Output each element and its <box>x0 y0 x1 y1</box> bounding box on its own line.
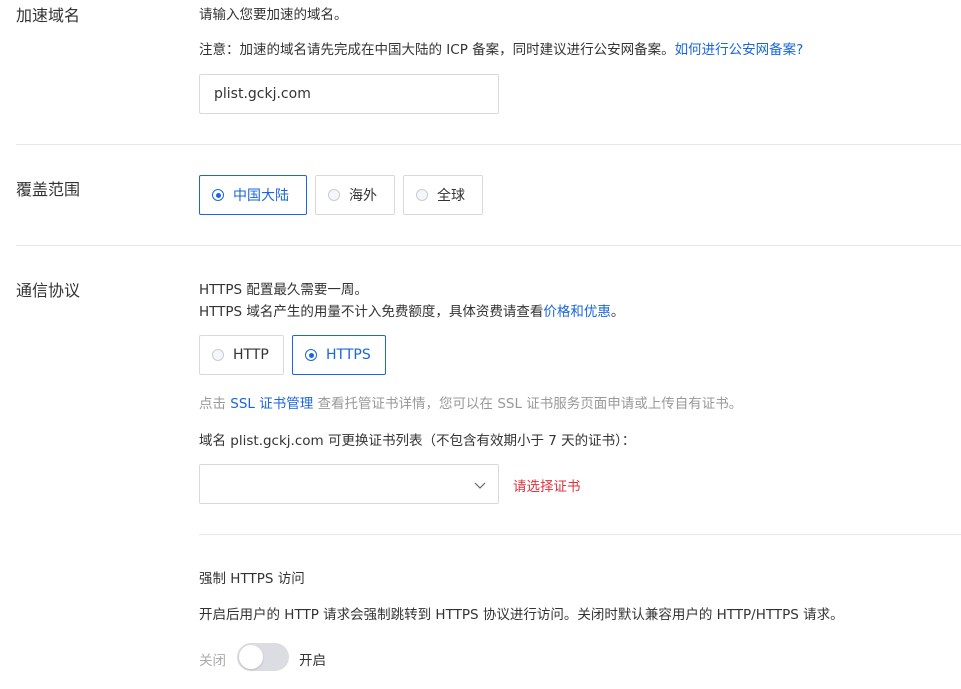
coverage-section-label: 覆盖范围 <box>16 180 81 199</box>
force-https-title: 强制 HTTPS 访问 <box>199 571 305 587</box>
ssl-note-suffix: 查看托管证书详情，您可以在 SSL 证书服务页面申请或上传自有证书。 <box>313 396 743 412</box>
domain-notice: 注意：加速的域名请先完成在中国大陆的 ICP 备案，同时建议进行公安网备案。如何… <box>199 38 803 58</box>
domain-notice-text: 注意：加速的域名请先完成在中国大陆的 ICP 备案，同时建议进行公安网备案。 <box>199 42 675 58</box>
domain-section-label: 加速域名 <box>16 6 81 25</box>
section-divider <box>16 144 961 145</box>
protocol-section-label: 通信协议 <box>16 281 81 300</box>
chevron-down-icon <box>474 482 486 489</box>
police-filing-help-link[interactable]: 如何进行公安网备案? <box>675 42 804 58</box>
radio-checked-icon <box>305 349 317 361</box>
https-billing-note: HTTPS 域名产生的用量不计入免费额度，具体资费请查看价格和优惠。 <box>199 300 624 320</box>
https-config-time-note: HTTPS 配置最久需要一周。 <box>199 282 368 298</box>
toggle-on-label: 开启 <box>299 653 326 669</box>
protocol-option-https[interactable]: HTTPS <box>292 335 386 375</box>
coverage-option-label: 海外 <box>349 188 377 204</box>
cert-list-title: 域名 plist.gckj.com 可更换证书列表（不包含有效期小于 7 天的证… <box>199 433 636 449</box>
protocol-option-label: HTTPS <box>326 347 371 363</box>
coverage-option-label: 中国大陆 <box>233 188 289 204</box>
ssl-note-prefix: 点击 <box>199 396 231 412</box>
domain-hint: 请输入您要加速的域名。 <box>199 7 348 23</box>
coverage-option-global[interactable]: 全球 <box>403 175 483 215</box>
coverage-option-label: 全球 <box>437 188 465 204</box>
radio-unchecked-icon <box>416 189 428 201</box>
toggle-knob <box>239 645 263 669</box>
force-https-toggle[interactable] <box>237 643 289 671</box>
ssl-management-link[interactable]: SSL 证书管理 <box>230 396 313 412</box>
subsection-divider <box>199 534 961 535</box>
section-divider <box>16 245 961 246</box>
https-billing-suffix: 。 <box>610 304 625 320</box>
protocol-option-label: HTTP <box>233 347 269 363</box>
coverage-option-overseas[interactable]: 海外 <box>315 175 395 215</box>
ssl-management-note: 点击 SSL 证书管理 查看托管证书详情，您可以在 SSL 证书服务页面申请或上… <box>199 392 742 412</box>
radio-unchecked-icon <box>328 189 340 201</box>
radio-checked-icon <box>212 189 224 201</box>
radio-unchecked-icon <box>212 349 224 361</box>
protocol-option-http[interactable]: HTTP <box>199 335 284 375</box>
certificate-select[interactable] <box>199 464 499 504</box>
pricing-link[interactable]: 价格和优惠 <box>543 304 611 320</box>
coverage-option-mainland[interactable]: 中国大陆 <box>199 175 307 215</box>
https-billing-text: HTTPS 域名产生的用量不计入免费额度，具体资费请查看 <box>199 304 544 320</box>
force-https-description: 开启后用户的 HTTP 请求会强制跳转到 HTTPS 协议进行访问。关闭时默认兼… <box>199 607 844 623</box>
certificate-error-message: 请选择证书 <box>513 479 581 495</box>
domain-input[interactable] <box>199 74 499 114</box>
toggle-off-label: 关闭 <box>199 653 226 669</box>
